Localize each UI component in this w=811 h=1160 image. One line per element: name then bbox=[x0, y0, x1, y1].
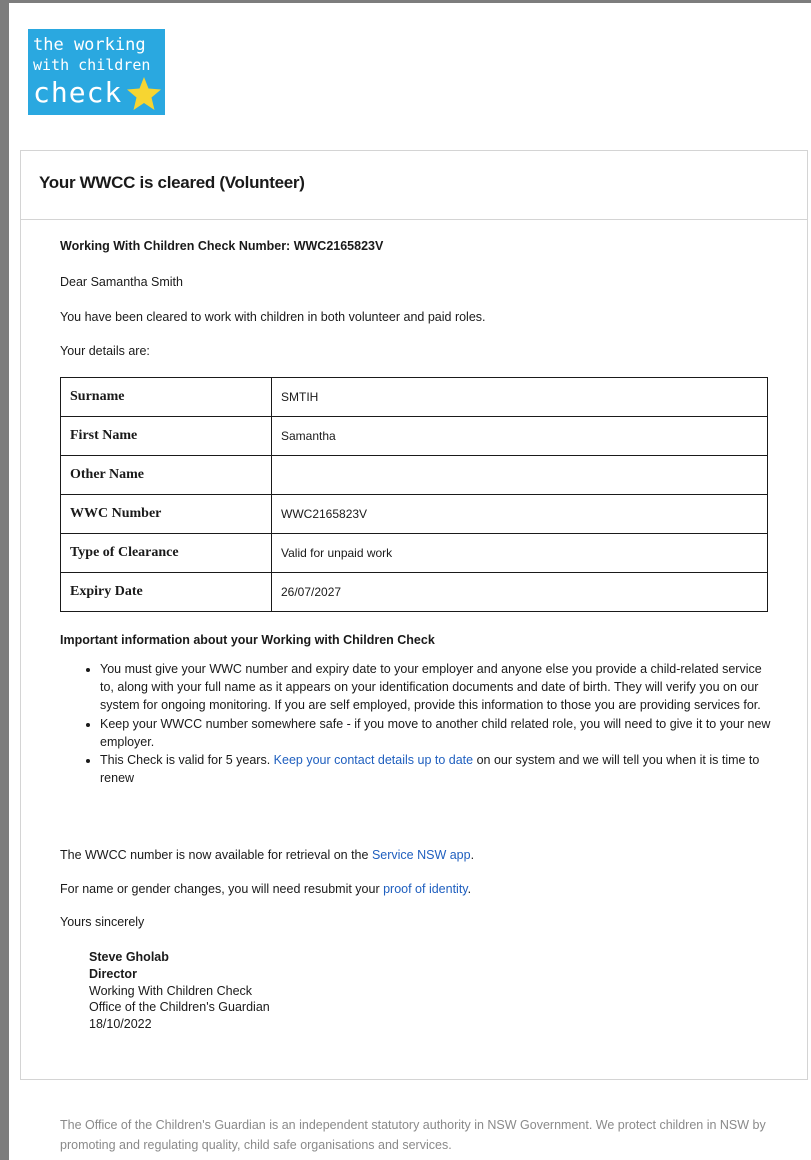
signature-block: Steve Gholab Director Working With Child… bbox=[89, 949, 270, 1033]
table-row: Surname SMTIH bbox=[60, 377, 768, 417]
wwc-number-value: WWC2165823V bbox=[271, 494, 768, 534]
other-name-label: Other Name bbox=[60, 455, 272, 495]
clearance-type-label: Type of Clearance bbox=[60, 533, 272, 573]
app-availability: The WWCC number is now available for ret… bbox=[60, 848, 474, 862]
table-row: First Name Samantha bbox=[60, 416, 768, 456]
clearance-intro: You have been cleared to work with child… bbox=[60, 310, 486, 324]
signatory-title: Director bbox=[89, 966, 137, 981]
table-row: Expiry Date 26/07/2027 bbox=[60, 572, 768, 612]
list-item: This Check is valid for 5 years. Keep yo… bbox=[100, 751, 775, 787]
expiry-date-label: Expiry Date bbox=[60, 572, 272, 612]
greeting: Dear Samantha Smith bbox=[60, 275, 183, 289]
table-row: Type of Clearance Valid for unpaid work bbox=[60, 533, 768, 573]
bullet-text: Keep your WWCC number somewhere safe - i… bbox=[100, 716, 771, 749]
app-text-end: . bbox=[470, 848, 475, 862]
important-heading: Important information about your Working… bbox=[60, 633, 435, 647]
surname-value: SMTIH bbox=[271, 377, 768, 417]
wwcc-logo: the working with children check bbox=[28, 29, 165, 115]
footer-text: The Office of the Children's Guardian is… bbox=[60, 1118, 766, 1152]
signatory-name: Steve Gholab bbox=[89, 950, 169, 964]
clearance-type-value: Valid for unpaid work bbox=[271, 533, 768, 573]
email-frame: the working with children check Your WWC… bbox=[0, 0, 811, 1160]
logo-line-2: with children bbox=[33, 56, 151, 74]
closing: Yours sincerely bbox=[60, 915, 145, 929]
letter-date: 18/10/2022 bbox=[89, 1017, 152, 1032]
list-item: You must give your WWC number and expiry… bbox=[100, 660, 775, 715]
bullet-text: You must give your WWC number and expiry… bbox=[100, 662, 762, 713]
table-row: WWC Number WWC2165823V bbox=[60, 494, 768, 534]
proof-of-identity-link[interactable]: proof of identity bbox=[383, 882, 468, 896]
signatory-unit: Working With Children Check bbox=[89, 983, 253, 998]
details-table: Surname SMTIH First Name Samantha Other … bbox=[60, 377, 768, 612]
identity-text-end: . bbox=[467, 882, 472, 896]
table-row: Other Name bbox=[60, 455, 768, 495]
check-number-heading: Working With Children Check Number: WWC2… bbox=[60, 239, 384, 253]
important-info-list: You must give your WWC number and expiry… bbox=[80, 660, 775, 787]
other-name-value bbox=[271, 455, 768, 495]
signatory-office: Office of the Children's Guardian bbox=[89, 1000, 270, 1015]
bullet-text: This Check is valid for 5 years. bbox=[100, 753, 274, 768]
logo-line-1: the working bbox=[33, 35, 146, 55]
surname-label: Surname bbox=[60, 377, 272, 417]
list-item: Keep your WWCC number somewhere safe - i… bbox=[100, 715, 775, 751]
star-icon bbox=[127, 77, 161, 110]
service-nsw-app-link[interactable]: Service NSW app bbox=[372, 848, 471, 862]
wwc-number-label: WWC Number bbox=[60, 494, 272, 534]
expiry-date-value: 26/07/2027 bbox=[271, 572, 768, 612]
card-title: Your WWCC is cleared (Volunteer) bbox=[39, 173, 305, 192]
identity-text: For name or gender changes, you will nee… bbox=[60, 882, 384, 896]
app-text: The WWCC number is now available for ret… bbox=[60, 848, 372, 862]
details-intro: Your details are: bbox=[60, 344, 150, 358]
contact-details-link[interactable]: Keep your contact details up to date bbox=[274, 753, 473, 767]
identity-note: For name or gender changes, you will nee… bbox=[60, 882, 471, 896]
email-card: Your WWCC is cleared (Volunteer) bbox=[20, 150, 808, 1080]
first-name-value: Samantha bbox=[271, 416, 768, 456]
logo-line-3: check bbox=[33, 76, 123, 109]
first-name-label: First Name bbox=[60, 416, 272, 456]
